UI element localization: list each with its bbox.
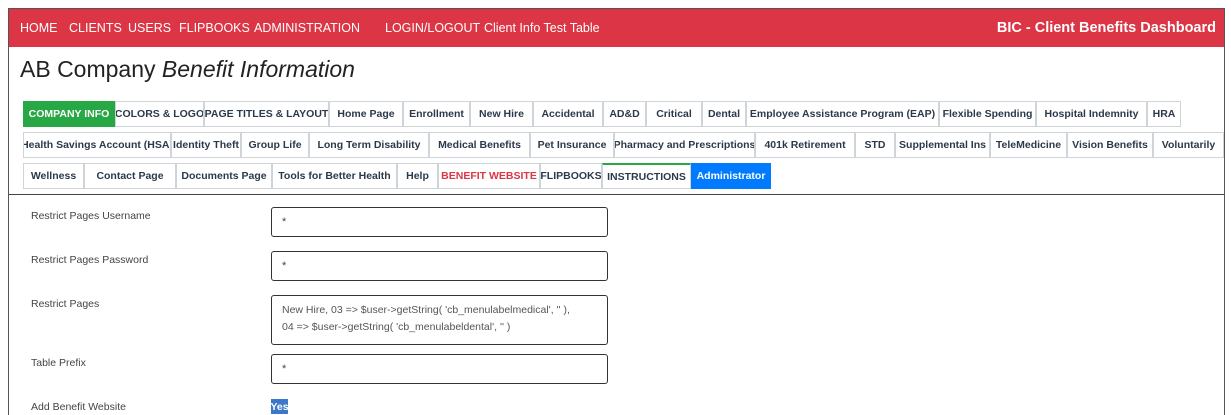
restrict-pages-line-1: New Hire, 03 => $user->getString( 'cb_me… (282, 304, 570, 316)
app-frame: HOME CLIENTS USERS FLIPBOOKS ADMINISTRAT… (8, 8, 1225, 415)
table-prefix-input[interactable]: * (271, 354, 608, 384)
tab-telemedicine[interactable]: TeleMedicine (990, 132, 1067, 158)
tab-new-hire[interactable]: New Hire (470, 101, 533, 127)
password-label: Restrict Pages Password (31, 254, 149, 266)
tab-pharmacy-prescriptions[interactable]: Pharmacy and Prescriptions (614, 132, 755, 158)
tab-help[interactable]: Help (397, 163, 438, 189)
page-subtitle: Benefit Information (161, 56, 355, 82)
tab-401k-retirement[interactable]: 401k Retirement (755, 132, 855, 158)
top-navbar: HOME CLIENTS USERS FLIPBOOKS ADMINISTRAT… (9, 9, 1224, 47)
add-benefit-website-label: Add Benefit Website (31, 401, 126, 413)
tab-ad-d[interactable]: AD&D (603, 101, 646, 127)
tab-long-term-disability[interactable]: Long Term Disability (309, 132, 429, 158)
tab-vision-benefits[interactable]: Vision Benefits (1067, 132, 1153, 158)
tab-supplemental-ins[interactable]: Supplemental Ins (895, 132, 990, 158)
tab-dental[interactable]: Dental (702, 101, 746, 127)
username-label: Restrict Pages Username (31, 210, 151, 222)
tab-wellness[interactable]: Wellness (23, 163, 84, 189)
tab-documents-page[interactable]: Documents Page (176, 163, 272, 189)
add-benefit-website-value[interactable]: Yes (270, 399, 289, 414)
company-name: AB Company (20, 56, 156, 82)
tab-company-info[interactable]: COMPANY INFO (23, 101, 115, 127)
tab-identity-theft[interactable]: Identity Theft (171, 132, 241, 158)
tab-row-1: COMPANY INFO COLORS & LOGO PAGE TITLES &… (23, 101, 1224, 127)
page-title: AB Company Benefit Information (20, 56, 355, 83)
tab-row-3: Wellness Contact Page Documents Page Too… (23, 163, 1224, 189)
nav-login-logout[interactable]: LOGIN/LOGOUT (385, 21, 480, 35)
tab-contact-page[interactable]: Contact Page (84, 163, 176, 189)
nav-users[interactable]: USERS (128, 21, 171, 35)
nav-home[interactable]: HOME (20, 21, 58, 35)
password-input[interactable]: * (271, 251, 608, 281)
tab-home-page[interactable]: Home Page (329, 101, 403, 127)
nav-administration[interactable]: ADMINISTRATION (254, 21, 360, 35)
tab-pet-insurance[interactable]: Pet Insurance (530, 132, 614, 158)
tab-colors-logo[interactable]: COLORS & LOGO (115, 101, 204, 127)
tab-group-life[interactable]: Group Life (241, 132, 309, 158)
table-prefix-label: Table Prefix (31, 357, 86, 369)
tab-hsa[interactable]: Health Savings Account (HSA) (23, 132, 171, 158)
tab-row-2: Health Savings Account (HSA) Identity Th… (23, 132, 1224, 158)
nav-client-info-test-table[interactable]: Client Info Test Table (484, 21, 600, 35)
restrict-pages-textarea[interactable]: New Hire, 03 => $user->getString( 'cb_me… (271, 295, 608, 345)
nav-clients[interactable]: CLIENTS (69, 21, 122, 35)
username-input[interactable]: * (271, 207, 608, 237)
brand-title[interactable]: BIC - Client Benefits Dashboard (997, 20, 1216, 36)
tab-administrator[interactable]: Administrator (691, 163, 771, 189)
tab-accidental[interactable]: Accidental (533, 101, 603, 127)
tab-std[interactable]: STD (855, 132, 895, 158)
nav-flipbooks[interactable]: FLIPBOOKS (179, 21, 250, 35)
tab-tools-better-health[interactable]: Tools for Better Health (272, 163, 397, 189)
tab-flipbooks[interactable]: FLIPBOOKS (540, 163, 602, 189)
tab-voluntarily[interactable]: Voluntarily (1153, 132, 1224, 158)
tab-enrollment[interactable]: Enrollment (403, 101, 470, 127)
tab-critical[interactable]: Critical (646, 101, 702, 127)
tab-eap[interactable]: Employee Assistance Program (EAP) (746, 101, 939, 127)
tab-page-titles-layout[interactable]: PAGE TITLES & LAYOUT (204, 101, 329, 127)
restrict-pages-line-2: 04 => $user->getString( 'cb_menulabelden… (282, 321, 511, 333)
tab-hra[interactable]: HRA (1147, 101, 1181, 127)
tab-medical-benefits[interactable]: Medical Benefits (429, 132, 530, 158)
restrict-pages-label: Restrict Pages (31, 298, 100, 310)
tab-flexible-spending[interactable]: Flexible Spending (939, 101, 1036, 127)
tab-hospital-indemnity[interactable]: Hospital Indemnity (1036, 101, 1147, 127)
tab-divider (9, 194, 1224, 195)
tab-benefit-website[interactable]: BENEFIT WEBSITE (438, 163, 540, 189)
tab-instructions[interactable]: INSTRUCTIONS (602, 163, 691, 189)
